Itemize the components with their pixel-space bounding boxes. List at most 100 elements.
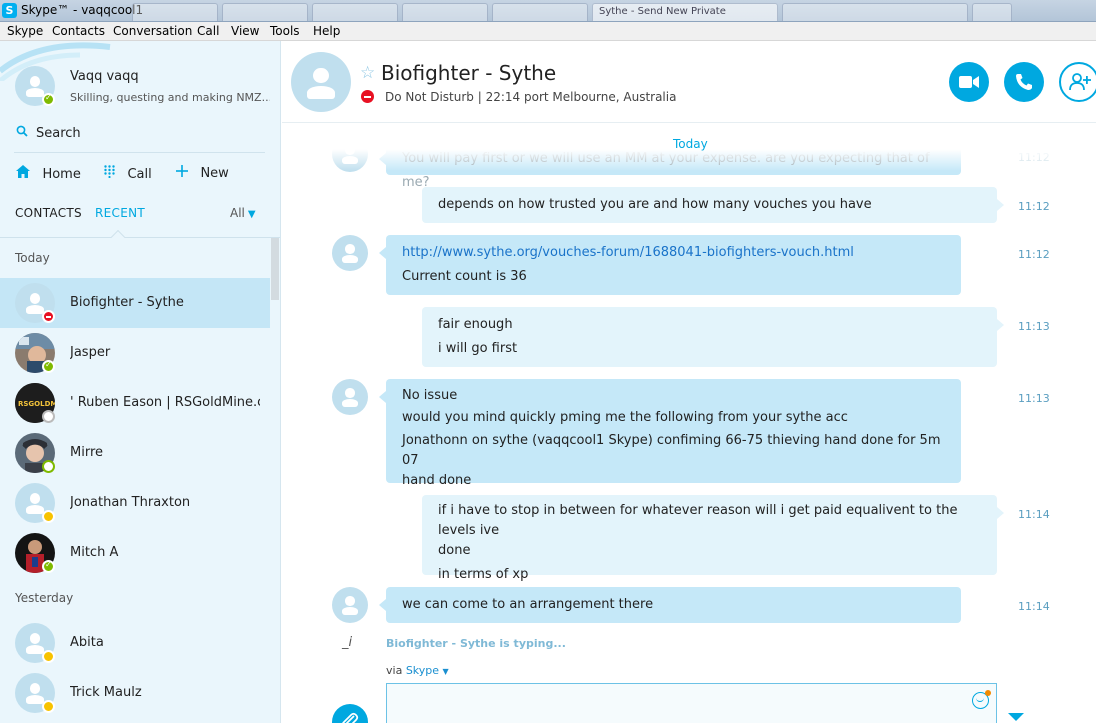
message-bubble[interactable]: fair enough i will go first bbox=[422, 307, 1004, 367]
message-bubble[interactable]: No issue would you mind quickly pming me… bbox=[379, 379, 961, 488]
message-bubble[interactable]: http://www.sythe.org/vouches-forum/16880… bbox=[379, 235, 961, 295]
attach-button[interactable] bbox=[332, 704, 368, 723]
conversation-title[interactable]: Biofighter - Sythe bbox=[381, 61, 556, 85]
menu-help[interactable]: Help bbox=[313, 24, 340, 38]
conversation-avatar[interactable] bbox=[291, 52, 351, 112]
phone-icon bbox=[1016, 74, 1032, 90]
message-avatar bbox=[332, 136, 368, 172]
browser-tab[interactable] bbox=[312, 3, 398, 21]
home-button[interactable]: Home bbox=[16, 165, 81, 182]
dialpad-icon bbox=[104, 165, 119, 182]
message-text: Jonathonn on sythe (vaqqcool1 Skype) con… bbox=[402, 433, 941, 468]
tab-indicator bbox=[110, 229, 126, 245]
contact-row[interactable]: Jonathan Thraxton bbox=[0, 478, 270, 528]
dnd-status-icon bbox=[361, 90, 374, 103]
message-text: done bbox=[438, 543, 471, 558]
contact-name: Jasper bbox=[70, 345, 111, 360]
via-label: via bbox=[386, 664, 403, 677]
browser-tab-active[interactable]: Sythe - Send New Private bbox=[592, 3, 778, 21]
contact-name: Mirre bbox=[70, 445, 104, 460]
scrollbar-thumb[interactable] bbox=[271, 238, 279, 300]
send-via-selector[interactable]: via Skype ▼ bbox=[386, 664, 449, 677]
browser-tab[interactable] bbox=[492, 3, 588, 21]
emoticon-badge bbox=[985, 690, 991, 696]
message-time: 11:12 bbox=[1018, 248, 1050, 261]
menu-call[interactable]: Call bbox=[197, 24, 219, 38]
favorite-star-icon[interactable]: ☆ bbox=[360, 63, 375, 83]
scrollbar-track[interactable] bbox=[270, 238, 280, 723]
menu-contacts[interactable]: Contacts bbox=[52, 24, 105, 38]
message-avatar bbox=[332, 235, 368, 271]
new-button[interactable]: New bbox=[176, 165, 229, 181]
message-time: 11:12 bbox=[1018, 151, 1050, 164]
browser-tab[interactable] bbox=[972, 3, 1012, 21]
divider bbox=[14, 152, 265, 153]
filter-value: All bbox=[230, 206, 245, 220]
contact-row[interactable]: Mitch A bbox=[0, 528, 270, 578]
typing-indicator: Biofighter - Sythe is typing... bbox=[386, 637, 566, 650]
audio-call-button[interactable] bbox=[1004, 62, 1044, 102]
video-call-button[interactable] bbox=[949, 62, 989, 102]
section-label-yesterday: Yesterday bbox=[15, 591, 74, 605]
my-status-online-icon bbox=[42, 93, 55, 106]
skype-logo-icon: S bbox=[2, 3, 17, 18]
svg-text:RSGOLDMINE: RSGOLDMINE bbox=[18, 400, 55, 408]
expand-arrow-icon[interactable] bbox=[1008, 713, 1024, 721]
chevron-down-icon: ▼ bbox=[442, 667, 449, 676]
message-link[interactable]: http://www.sythe.org/vouches-forum/16880… bbox=[402, 241, 945, 265]
online-status-icon bbox=[42, 360, 55, 373]
menu-skype[interactable]: Skype bbox=[7, 24, 43, 38]
message-input[interactable] bbox=[386, 683, 997, 723]
browser-tab[interactable] bbox=[222, 3, 308, 21]
message-time: 11:12 bbox=[1018, 200, 1050, 213]
away-status-icon bbox=[42, 700, 55, 713]
contact-row[interactable]: Trick Maulz bbox=[0, 668, 270, 718]
search-label: Search bbox=[36, 126, 81, 141]
call-label: Call bbox=[127, 167, 152, 182]
message-text: if i have to stop in between for whateve… bbox=[438, 503, 958, 538]
video-camera-icon bbox=[959, 76, 979, 88]
search-button[interactable]: Search bbox=[16, 125, 81, 141]
contact-name: Jonathan Thraxton bbox=[70, 495, 191, 510]
conversation-header: ☆ Biofighter - Sythe Do Not Disturb | 22… bbox=[282, 41, 1096, 123]
browser-tab[interactable] bbox=[132, 3, 218, 21]
menu-conversation[interactable]: Conversation bbox=[113, 24, 192, 38]
call-button[interactable]: Call bbox=[104, 165, 152, 182]
contact-row[interactable]: Biofighter - Sythe bbox=[0, 278, 270, 328]
tab-recent[interactable]: RECENT bbox=[95, 206, 145, 220]
contact-name: Abita bbox=[70, 635, 104, 650]
message-bubble[interactable]: if i have to stop in between for whateve… bbox=[422, 495, 1004, 582]
home-label: Home bbox=[42, 167, 81, 182]
contact-name: Biofighter - Sythe bbox=[70, 295, 184, 310]
message-time: 11:14 bbox=[1018, 508, 1050, 521]
browser-tab[interactable] bbox=[402, 3, 488, 21]
plus-icon bbox=[176, 165, 192, 181]
paperclip-icon bbox=[342, 712, 359, 723]
contact-row[interactable]: RSGOLDMINE ' Ruben Eason | RSGoldMine.co… bbox=[0, 378, 270, 428]
contact-row[interactable]: Jasper bbox=[0, 328, 270, 378]
message-bubble[interactable]: depends on how trusted you are and how m… bbox=[422, 187, 1004, 223]
filter-dropdown[interactable]: All ▼ bbox=[230, 206, 256, 220]
menu-view[interactable]: View bbox=[231, 24, 259, 38]
my-mood-message[interactable]: Skilling, questing and making NMZ... bbox=[70, 91, 270, 104]
message-text: fair enough bbox=[438, 317, 513, 332]
message-text: depends on how trusted you are and how m… bbox=[438, 197, 872, 212]
add-people-button[interactable] bbox=[1059, 62, 1096, 102]
contact-name: Mitch A bbox=[70, 545, 119, 560]
message-text: No issue bbox=[402, 388, 458, 403]
new-label: New bbox=[200, 166, 229, 181]
unknown-status-icon bbox=[42, 410, 55, 423]
message-time: 11:14 bbox=[1018, 600, 1050, 613]
message-text: hand done bbox=[402, 473, 472, 488]
contact-row[interactable]: Mirre bbox=[0, 428, 270, 478]
contact-row[interactable]: Abita bbox=[0, 618, 270, 668]
message-bubble[interactable]: we can come to an arrangement there bbox=[379, 587, 961, 623]
dnd-status-icon bbox=[42, 310, 55, 323]
online-status-icon bbox=[42, 560, 55, 573]
away-status-icon bbox=[42, 650, 55, 663]
tab-contacts[interactable]: CONTACTS bbox=[15, 206, 82, 220]
menu-tools[interactable]: Tools bbox=[270, 24, 300, 38]
browser-tab[interactable] bbox=[782, 3, 968, 21]
conversation-history[interactable]: You will pay first or we will use an MM … bbox=[282, 123, 1096, 723]
my-name[interactable]: Vaqq vaqq bbox=[70, 69, 139, 84]
